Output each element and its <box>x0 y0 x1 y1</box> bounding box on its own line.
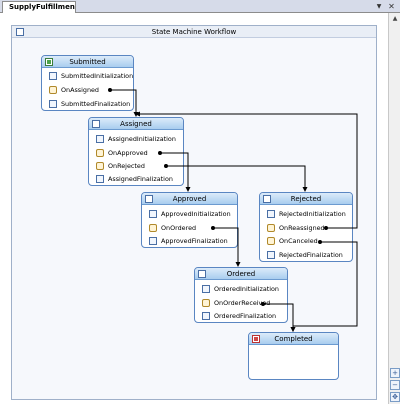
state-initialization-icon <box>267 210 275 218</box>
event-driven-icon <box>202 299 210 307</box>
state-initialization-icon <box>149 210 157 218</box>
state-title: Completed <box>274 335 313 343</box>
workflow-icon <box>16 28 24 36</box>
state-title: Approved <box>172 195 207 203</box>
state-title: Assigned <box>120 120 152 128</box>
state-initialization-icon <box>202 285 210 293</box>
event-driven-icon <box>96 162 104 170</box>
state-icon <box>263 195 271 203</box>
state-finalization-icon <box>149 237 157 245</box>
state-title-bar: Assigned <box>89 118 183 130</box>
tab-label: SupplyFulfillment.xoml <box>9 3 75 11</box>
state-title: Ordered <box>226 270 256 278</box>
state-finalization-icon <box>49 100 57 108</box>
pan-icon[interactable]: ✥ <box>390 392 400 402</box>
state-finalization-icon <box>267 251 275 259</box>
state-title-bar: Completed <box>249 333 338 345</box>
event-driven-icon <box>267 224 275 232</box>
state-title-bar: Submitted <box>42 56 133 68</box>
scroll-up-icon[interactable]: ▲ <box>390 14 400 24</box>
completed-state-icon <box>252 335 260 343</box>
workflow-title: State Machine Workflow <box>151 28 237 36</box>
event-driven-icon <box>96 149 104 157</box>
chevron-down-icon[interactable]: ▼ <box>374 2 384 12</box>
document-tab-strip: SupplyFulfillment.xoml ▼ ✕ <box>0 0 400 13</box>
workflow-header: State Machine Workflow <box>12 26 376 38</box>
state-title-bar: Approved <box>142 193 237 205</box>
state-finalization-icon <box>96 175 104 183</box>
state-title-bar: Rejected <box>260 193 352 205</box>
initial-state-icon <box>45 58 53 66</box>
event-driven-icon <box>267 237 275 245</box>
state-icon <box>92 120 100 128</box>
state-rejected[interactable]: Rejected RejectedInitialization OnReassi… <box>259 192 353 262</box>
state-initialization-icon <box>96 135 104 143</box>
state-title: Rejected <box>290 195 322 203</box>
event-driven-icon <box>149 224 157 232</box>
state-icon <box>145 195 153 203</box>
close-icon[interactable]: ✕ <box>386 1 397 12</box>
state-initialization-icon <box>49 72 57 80</box>
state-icon <box>198 270 206 278</box>
state-completed[interactable]: Completed <box>248 332 339 380</box>
vertical-scrollbar[interactable]: ▲ + − ✥ <box>388 13 400 404</box>
state-approved[interactable]: Approved ApprovedInitialization OnOrdere… <box>141 192 238 248</box>
state-assigned[interactable]: Assigned AssignedInitialization OnApprov… <box>88 117 184 186</box>
event-driven-icon <box>49 86 57 94</box>
state-title-bar: Ordered <box>195 268 287 280</box>
state-finalization-icon <box>202 312 210 320</box>
state-ordered[interactable]: Ordered OrderedInitialization OnOrderRec… <box>194 267 288 323</box>
state-submitted[interactable]: Submitted SubmittedInitialization OnAssi… <box>41 55 134 111</box>
zoom-out-icon[interactable]: − <box>390 380 400 390</box>
zoom-in-icon[interactable]: + <box>390 368 400 378</box>
tab-supply-fulfillment[interactable]: SupplyFulfillment.xoml <box>2 1 76 13</box>
state-title: Submitted <box>69 58 106 66</box>
